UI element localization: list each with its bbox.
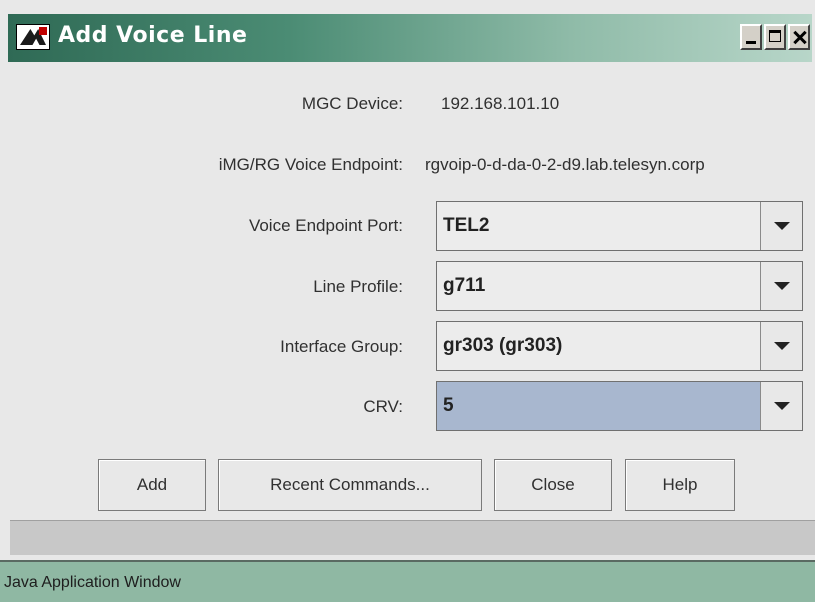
interface-group-select[interactable]: gr303 (gr303) bbox=[436, 321, 803, 371]
interface-group-dropdown-button[interactable] bbox=[760, 322, 802, 370]
interface-group-label: Interface Group: bbox=[280, 337, 403, 356]
mgc-device-value: 192.168.101.10 bbox=[441, 94, 560, 113]
mgc-device-label: MGC Device: bbox=[301, 94, 403, 113]
message-area bbox=[10, 520, 815, 555]
line-profile-label: Line Profile: bbox=[313, 277, 403, 296]
interface-group-selected-value: gr303 (gr303) bbox=[443, 335, 563, 356]
app-icon[interactable] bbox=[16, 24, 50, 50]
add-voice-line-window: Add Voice Line MGC Device: 192.168.101.1… bbox=[0, 0, 815, 602]
endpoint-port-select[interactable]: TEL2 bbox=[436, 201, 803, 251]
endpoint-port-label: Voice Endpoint Port: bbox=[248, 216, 403, 235]
title-bar[interactable]: Add Voice Line bbox=[8, 14, 812, 62]
line-profile-selected-value: g711 bbox=[443, 275, 486, 296]
window-title: Add Voice Line bbox=[58, 23, 248, 48]
app-logo-dot bbox=[39, 27, 47, 35]
crv-selected-value: 5 bbox=[443, 395, 454, 416]
chevron-down-icon bbox=[774, 282, 790, 290]
status-text: Java Application Window bbox=[4, 574, 181, 591]
line-profile-dropdown-button[interactable] bbox=[760, 262, 802, 310]
maximize-icon[interactable] bbox=[764, 24, 786, 50]
chevron-down-icon bbox=[774, 222, 790, 230]
chevron-down-icon bbox=[774, 402, 790, 410]
minimize-icon[interactable] bbox=[740, 24, 762, 50]
voice-endpoint-value: rgvoip-0-d-da-0-2-d9.lab.telesyn.corp bbox=[425, 155, 705, 174]
close-button[interactable]: Close bbox=[494, 459, 612, 511]
crv-label: CRV: bbox=[363, 397, 403, 416]
crv-select[interactable]: 5 bbox=[436, 381, 803, 431]
add-button[interactable]: Add bbox=[98, 459, 206, 511]
line-profile-select[interactable]: g711 bbox=[436, 261, 803, 311]
close-icon[interactable] bbox=[788, 24, 810, 50]
endpoint-port-selected-value: TEL2 bbox=[443, 215, 490, 236]
crv-dropdown-button[interactable] bbox=[760, 382, 802, 430]
voice-endpoint-label: iMG/RG Voice Endpoint: bbox=[218, 155, 403, 174]
help-button[interactable]: Help bbox=[625, 459, 735, 511]
recent-commands-button[interactable]: Recent Commands... bbox=[218, 459, 482, 511]
status-bar: Java Application Window bbox=[0, 560, 815, 602]
chevron-down-icon bbox=[774, 342, 790, 350]
endpoint-port-dropdown-button[interactable] bbox=[760, 202, 802, 250]
